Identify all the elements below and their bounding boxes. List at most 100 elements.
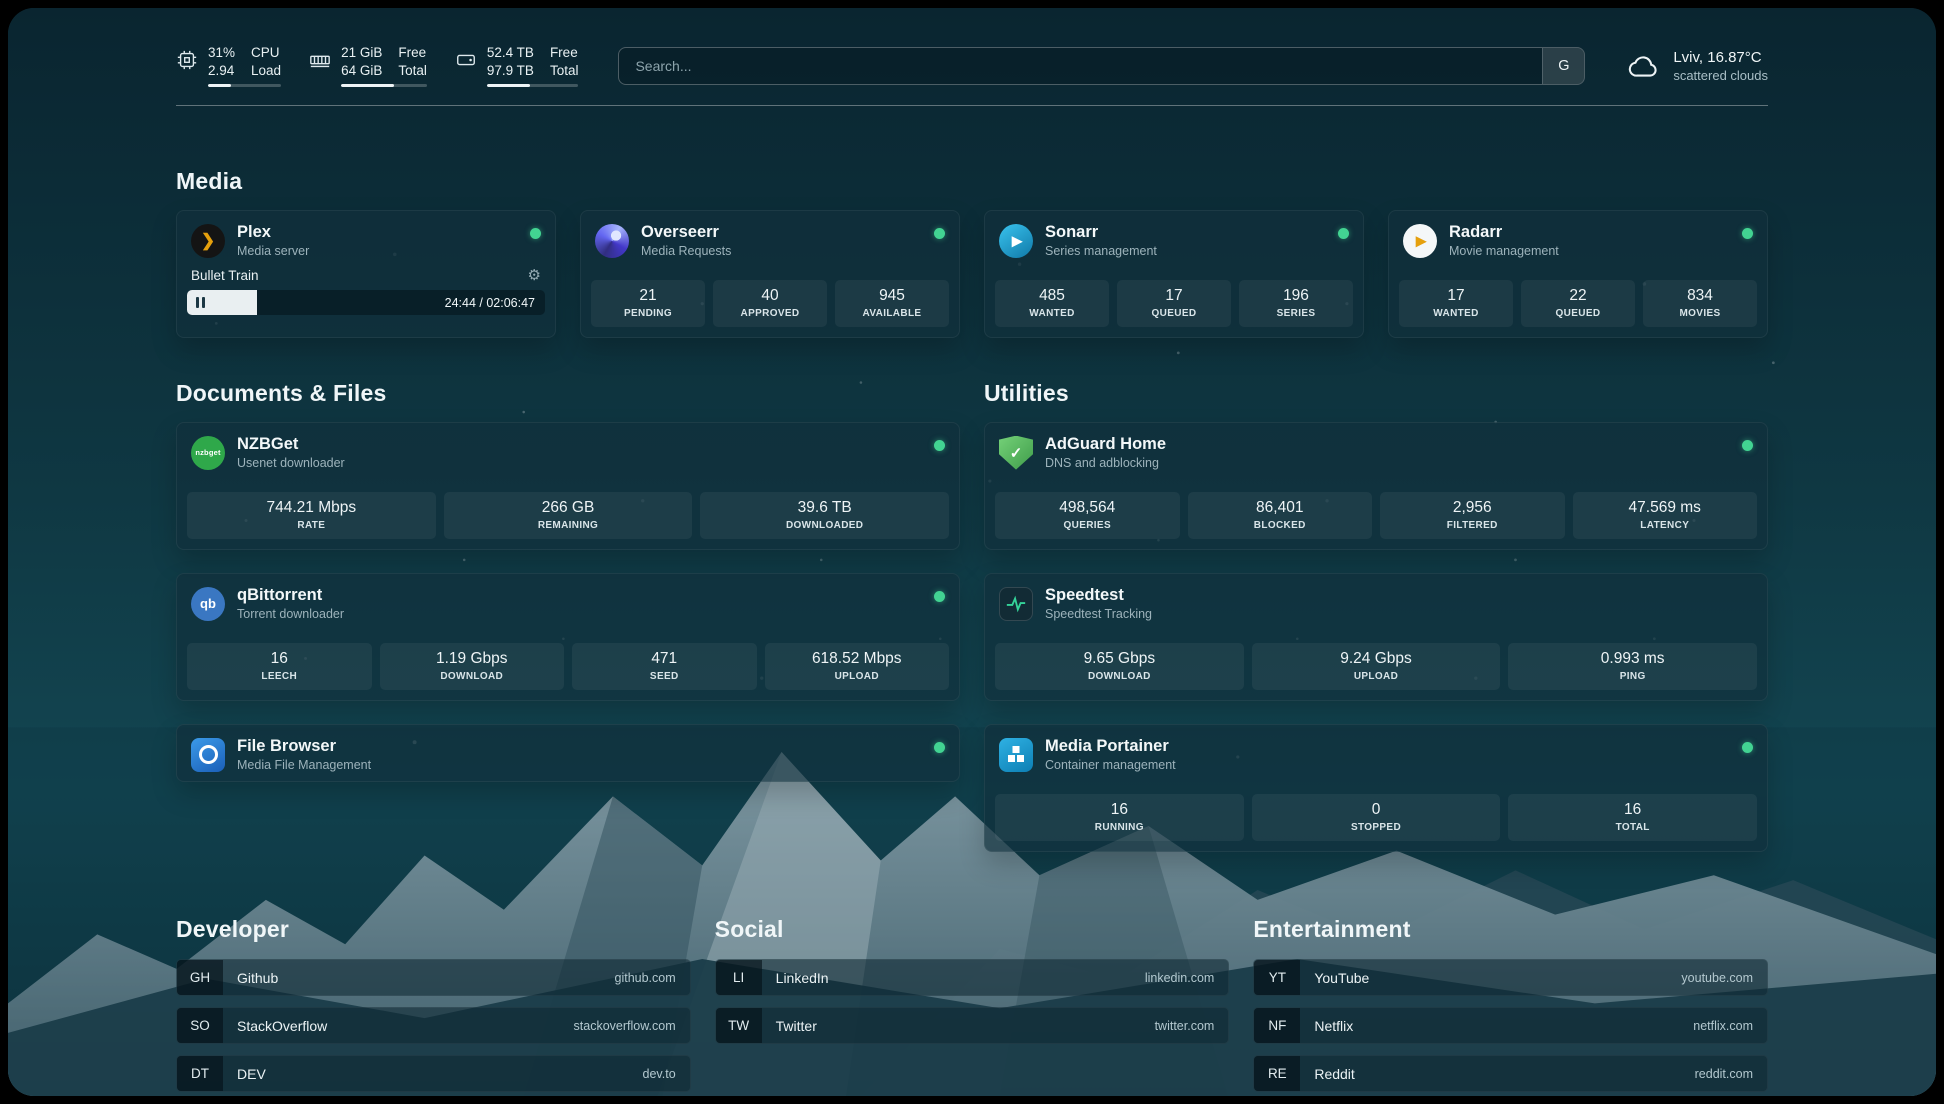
service-card-overseerr[interactable]: Overseerr Media Requests 21 PENDING 40 A… — [580, 210, 960, 338]
disk-label-top: Free — [550, 44, 579, 62]
bookmark-linkedin[interactable]: LI LinkedIn linkedin.com — [715, 959, 1230, 996]
bookmark-youtube[interactable]: YT YouTube youtube.com — [1253, 959, 1768, 996]
bookmark-netflix[interactable]: NF Netflix netflix.com — [1253, 1007, 1768, 1044]
memory-label-bottom: Total — [398, 62, 427, 80]
portainer-icon — [999, 738, 1033, 772]
bookmark-group-title: Developer — [176, 916, 691, 943]
stat-tile: 471 SEED — [572, 643, 757, 690]
service-name: Radarr — [1449, 223, 1559, 242]
stat-tile: 266 GB REMAINING — [444, 492, 693, 539]
bookmark-group-social: Social LI LinkedIn linkedin.com TW Twitt… — [715, 916, 1230, 1092]
weather-condition: scattered clouds — [1673, 68, 1768, 83]
service-card-speedtest[interactable]: Speedtest Speedtest Tracking 9.65 Gbps D… — [984, 573, 1768, 701]
memory-progress-fill — [341, 84, 394, 87]
cpu-progress-track — [208, 84, 281, 87]
stat-tile: 744.21 Mbps RATE — [187, 492, 436, 539]
service-name: Speedtest — [1045, 586, 1152, 605]
search-input[interactable] — [619, 48, 1542, 84]
section-title-files: Documents & Files — [176, 380, 960, 407]
bookmark-url: reddit.com — [1681, 1056, 1767, 1091]
service-name: NZBGet — [237, 435, 345, 454]
status-dot — [530, 228, 541, 239]
bookmark-name: StackOverflow — [223, 1008, 341, 1043]
stat-tile: 16 RUNNING — [995, 794, 1244, 841]
bookmark-name: Netflix — [1300, 1008, 1367, 1043]
stat-tile: 16 TOTAL — [1508, 794, 1757, 841]
service-card-nzbget[interactable]: NZBGet Usenet downloader 744.21 Mbps RAT… — [176, 422, 960, 550]
bookmark-twitter[interactable]: TW Twitter twitter.com — [715, 1007, 1230, 1044]
bookmark-group-title: Social — [715, 916, 1230, 943]
service-card-radarr[interactable]: Radarr Movie management 17 WANTED 22 QUE… — [1388, 210, 1768, 338]
service-subtitle: Torrent downloader — [237, 607, 344, 621]
disk-progress-fill — [487, 84, 530, 87]
service-subtitle: Media File Management — [237, 758, 371, 772]
bookmark-url: github.com — [601, 960, 690, 995]
search-bar: G — [618, 47, 1585, 85]
cpu-widget: 31% 2.94 CPU Load — [176, 44, 281, 87]
bookmark-stackoverflow[interactable]: SO StackOverflow stackoverflow.com — [176, 1007, 691, 1044]
service-card-qbittorrent[interactable]: qBittorrent Torrent downloader 16 LEECH — [176, 573, 960, 701]
bookmark-group-developer: Developer GH Github github.com SO StackO… — [176, 916, 691, 1092]
status-dot — [1338, 228, 1349, 239]
service-card-filebrowser[interactable]: File Browser Media File Management — [176, 724, 960, 782]
stat-tile: 498,564 QUERIES — [995, 492, 1180, 539]
top-bar: 31% 2.94 CPU Load — [176, 44, 1768, 87]
cloud-icon — [1627, 51, 1661, 81]
service-card-portainer[interactable]: Media Portainer Container management 16 … — [984, 724, 1768, 852]
plex-icon — [191, 224, 225, 258]
bookmark-abbr: RE — [1254, 1056, 1300, 1091]
service-subtitle: Movie management — [1449, 244, 1559, 258]
stat-tile: 9.65 Gbps DOWNLOAD — [995, 643, 1244, 690]
weather-location: Lviv, 16.87°C — [1673, 49, 1768, 66]
bookmark-abbr: YT — [1254, 960, 1300, 995]
service-name: File Browser — [237, 737, 371, 756]
bookmark-reddit[interactable]: RE Reddit reddit.com — [1253, 1055, 1768, 1092]
section-files: Documents & Files NZBGet Usenet download… — [176, 380, 960, 782]
service-name: AdGuard Home — [1045, 435, 1166, 454]
dashboard-screen: 31% 2.94 CPU Load — [8, 8, 1936, 1096]
bookmark-name: Github — [223, 960, 292, 995]
bookmark-abbr: LI — [716, 960, 762, 995]
service-subtitle: Container management — [1045, 758, 1176, 772]
section-media: Media Plex Media server Bullet Train — [176, 168, 1768, 338]
adguard-shield-icon — [999, 436, 1033, 470]
search-provider-button[interactable]: G — [1542, 48, 1584, 84]
stat-tile: 1.19 Gbps DOWNLOAD — [380, 643, 565, 690]
bookmark-url: linkedin.com — [1131, 960, 1228, 995]
bookmark-name: Twitter — [762, 1008, 831, 1043]
cpu-percent: 31% — [208, 44, 235, 62]
bookmark-github[interactable]: GH Github github.com — [176, 959, 691, 996]
status-dot — [934, 440, 945, 451]
bookmark-abbr: SO — [177, 1008, 223, 1043]
disk-icon — [455, 49, 477, 71]
radarr-icon — [1403, 224, 1437, 258]
bookmark-group-entertainment: Entertainment YT YouTube youtube.com NF … — [1253, 916, 1768, 1092]
stat-tile: 17 WANTED — [1399, 280, 1513, 327]
bookmark-dev[interactable]: DT DEV dev.to — [176, 1055, 691, 1092]
status-dot — [934, 742, 945, 753]
bookmark-abbr: GH — [177, 960, 223, 995]
pause-icon[interactable] — [196, 297, 205, 308]
filebrowser-icon — [191, 738, 225, 772]
stat-tile: 618.52 Mbps UPLOAD — [765, 643, 950, 690]
service-subtitle: Media Requests — [641, 244, 731, 258]
settings-gear-icon[interactable]: ⚙ — [528, 268, 541, 283]
stat-tile: 39.6 TB DOWNLOADED — [700, 492, 949, 539]
stat-tile: 0.993 ms PING — [1508, 643, 1757, 690]
service-card-plex[interactable]: Plex Media server Bullet Train ⚙ 24:44 /… — [176, 210, 556, 338]
bookmark-abbr: TW — [716, 1008, 762, 1043]
stat-tile: 40 APPROVED — [713, 280, 827, 327]
memory-total: 64 GiB — [341, 62, 382, 80]
stat-tile: 17 QUEUED — [1117, 280, 1231, 327]
stat-tile: 21 PENDING — [591, 280, 705, 327]
section-title-media: Media — [176, 168, 1768, 195]
bookmark-url: dev.to — [629, 1056, 690, 1091]
disk-progress-track — [487, 84, 579, 87]
service-card-sonarr[interactable]: Sonarr Series management 485 WANTED 17 Q… — [984, 210, 1364, 338]
service-name: qBittorrent — [237, 586, 344, 605]
bookmark-name: Reddit — [1300, 1056, 1368, 1091]
bookmark-abbr: DT — [177, 1056, 223, 1091]
playback-progress-bar[interactable]: 24:44 / 02:06:47 — [187, 290, 545, 315]
service-card-adguard[interactable]: AdGuard Home DNS and adblocking 498,564 … — [984, 422, 1768, 550]
nzbget-icon — [191, 436, 225, 470]
